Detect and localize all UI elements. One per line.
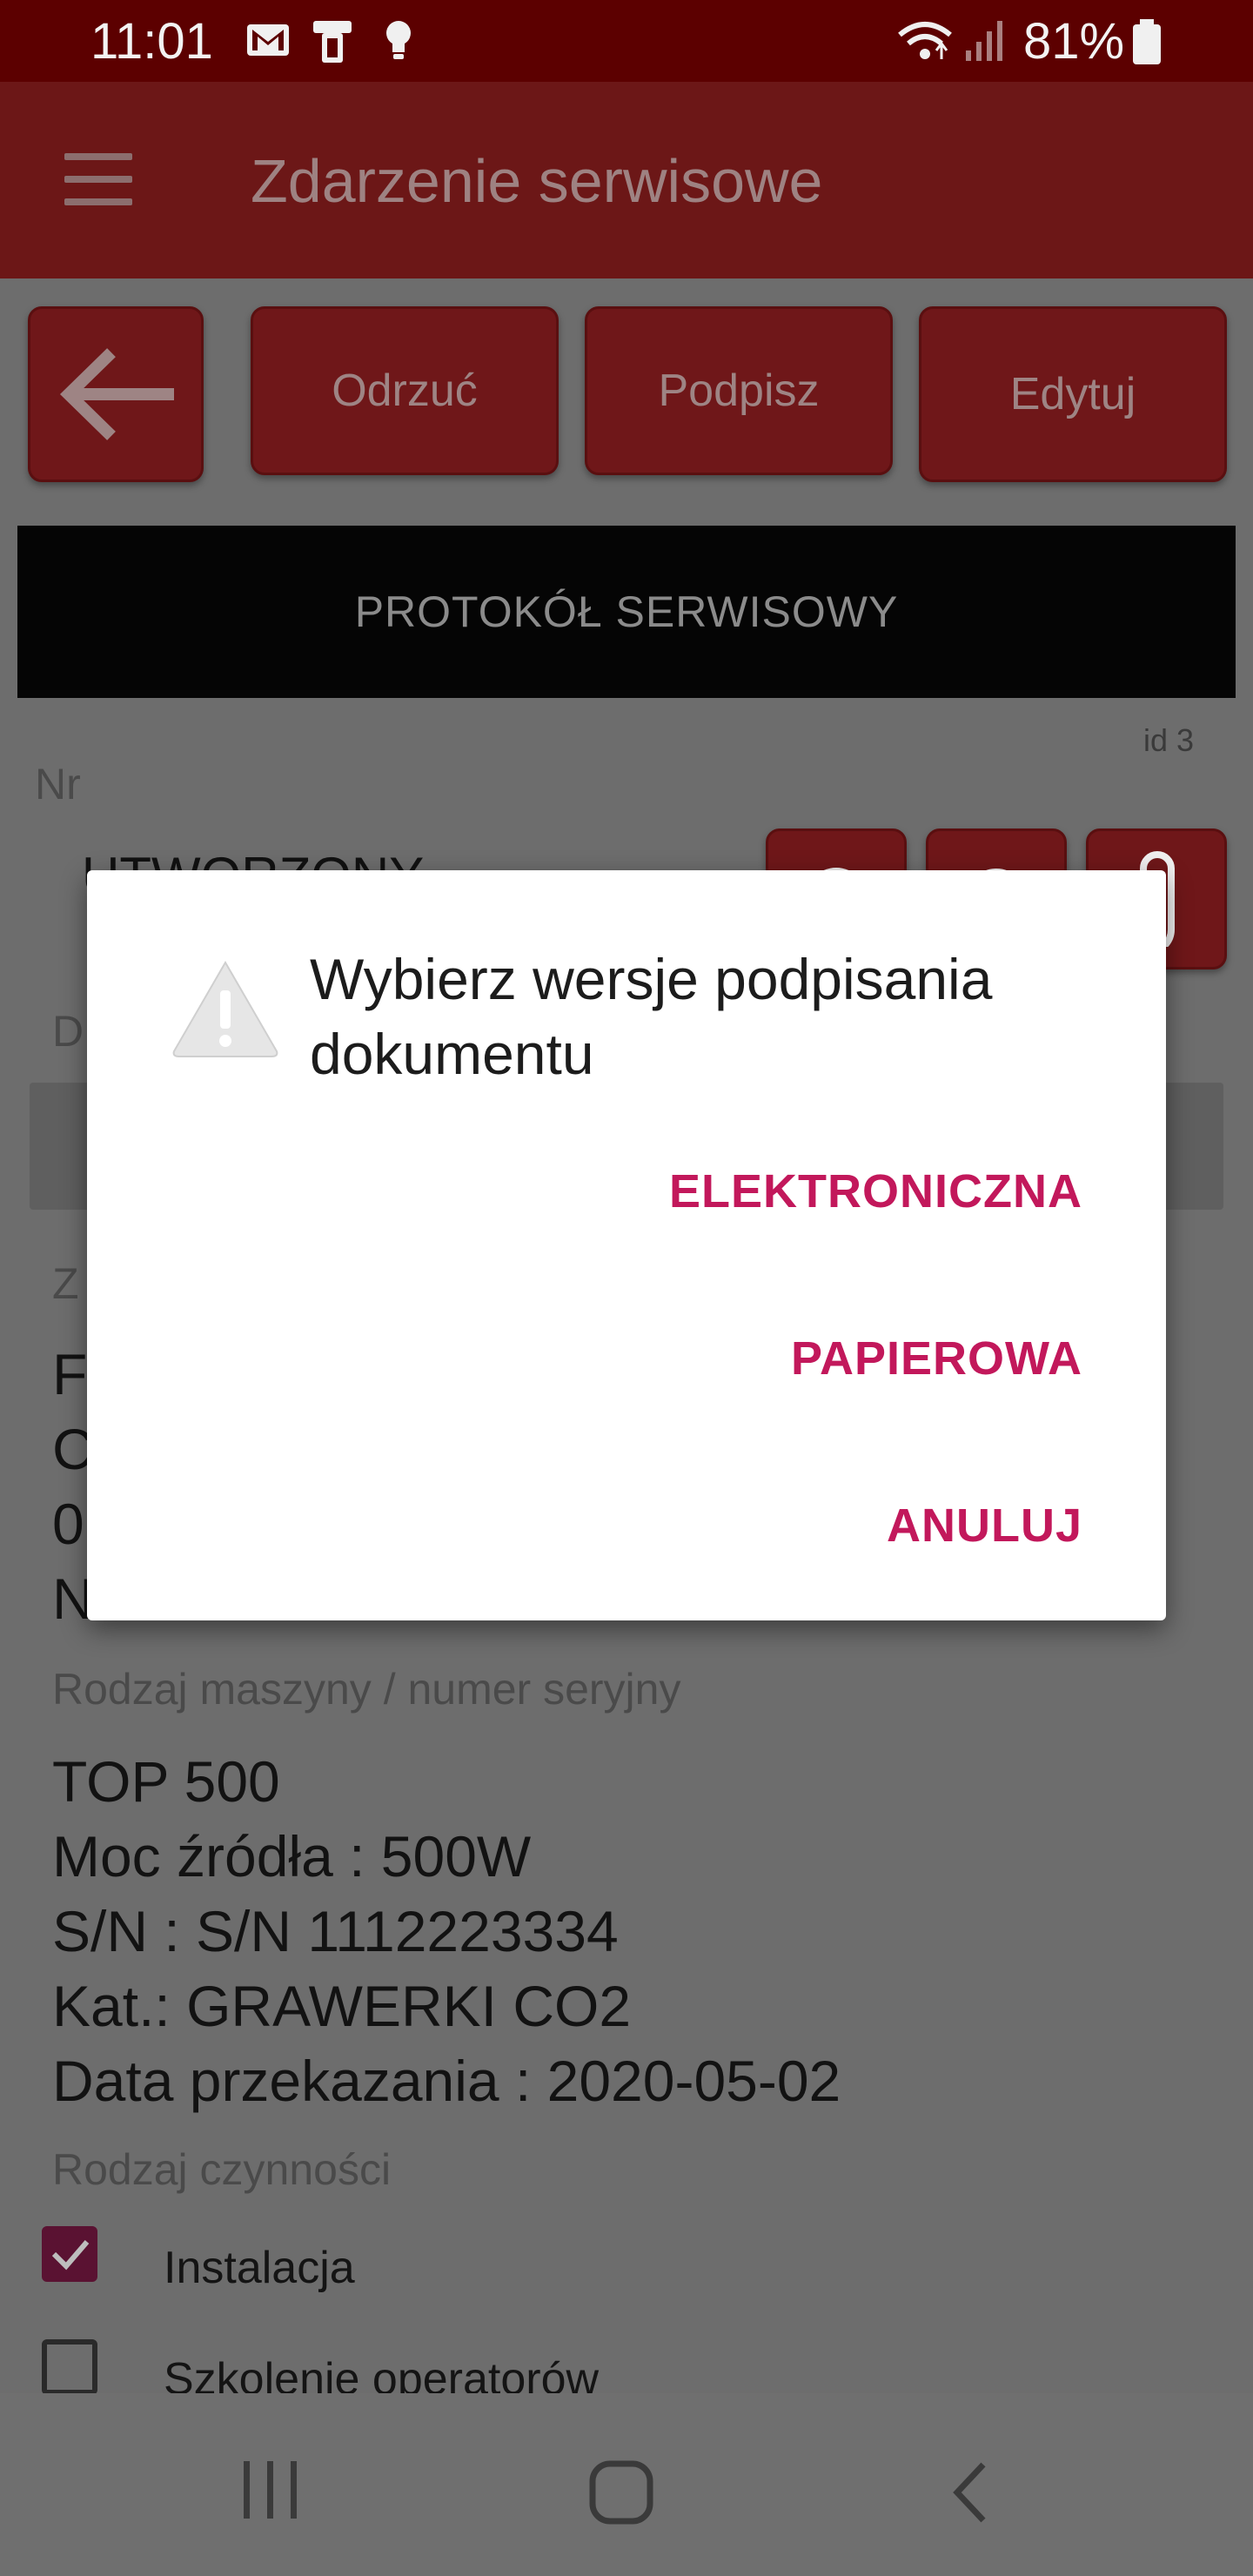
- gmail-icon: [247, 24, 289, 56]
- hamburger-icon[interactable]: [64, 153, 132, 205]
- client-label: Z: [52, 1259, 79, 1308]
- signal-icon: [966, 21, 1002, 61]
- paper-option-button[interactable]: PAPIEROWA: [791, 1332, 1082, 1385]
- document-header: PROTOKÓŁ SERWISOWY: [17, 526, 1236, 698]
- device-icon: [313, 21, 352, 63]
- bulb-icon: [386, 21, 411, 59]
- sign-button[interactable]: Podpisz: [585, 306, 893, 475]
- machine-line: Data przekazania : 2020-05-02: [52, 2049, 841, 2113]
- battery-icon: [1133, 19, 1161, 64]
- nr-label: Nr: [35, 760, 81, 808]
- machine-label: Rodzaj maszyny / numer seryjny: [52, 1665, 681, 1714]
- edit-button[interactable]: Edytuj: [919, 306, 1227, 482]
- cancel-button[interactable]: ANULUJ: [887, 1499, 1082, 1553]
- nav-bar: [0, 2393, 1253, 2576]
- home-icon[interactable]: [588, 2459, 654, 2526]
- back-button[interactable]: [28, 306, 204, 482]
- dialog-title: Wybierz wersje podpisania dokumentu: [310, 947, 993, 1086]
- arrow-left-icon: [59, 348, 174, 440]
- battery-percent: 81%: [1023, 13, 1125, 70]
- recent-apps-icon[interactable]: [240, 2459, 301, 2520]
- machine-line: Moc źródła : 500W: [52, 1824, 532, 1888]
- page-title: Zdarzenie serwisowe: [251, 147, 823, 215]
- app-bar: Zdarzenie serwisowe: [0, 82, 1253, 278]
- machine-line: Kat.: GRAWERKI CO2: [52, 1974, 632, 2038]
- document-id: id 3: [1143, 722, 1195, 758]
- checkbox-instalacja[interactable]: [42, 2226, 97, 2282]
- back-icon[interactable]: [948, 2459, 992, 2526]
- date-label: D: [52, 1007, 84, 1056]
- activity-label: Rodzaj czynności: [52, 2145, 392, 2194]
- machine-details: TOP 500 Moc źródła : 500W S/N : S/N 1112…: [52, 1744, 841, 2118]
- status-time: 11:01: [90, 13, 213, 70]
- checkbox-szkolenie[interactable]: [42, 2339, 97, 2395]
- machine-line: TOP 500: [52, 1749, 280, 1814]
- wifi-icon: [898, 22, 952, 59]
- activity-item-label: Instalacja: [164, 2243, 355, 2293]
- machine-line: S/N : S/N 1112223334: [52, 1899, 619, 1963]
- electronic-option-button[interactable]: ELEKTRONICZNA: [669, 1164, 1082, 1218]
- reject-button[interactable]: Odrzuć: [251, 306, 559, 475]
- check-icon: [51, 2240, 90, 2271]
- status-bar: 11:01 81%: [0, 0, 1253, 82]
- warning-icon: [172, 961, 278, 1057]
- sign-version-dialog: Wybierz wersje podpisania dokumentu ELEK…: [87, 870, 1166, 1620]
